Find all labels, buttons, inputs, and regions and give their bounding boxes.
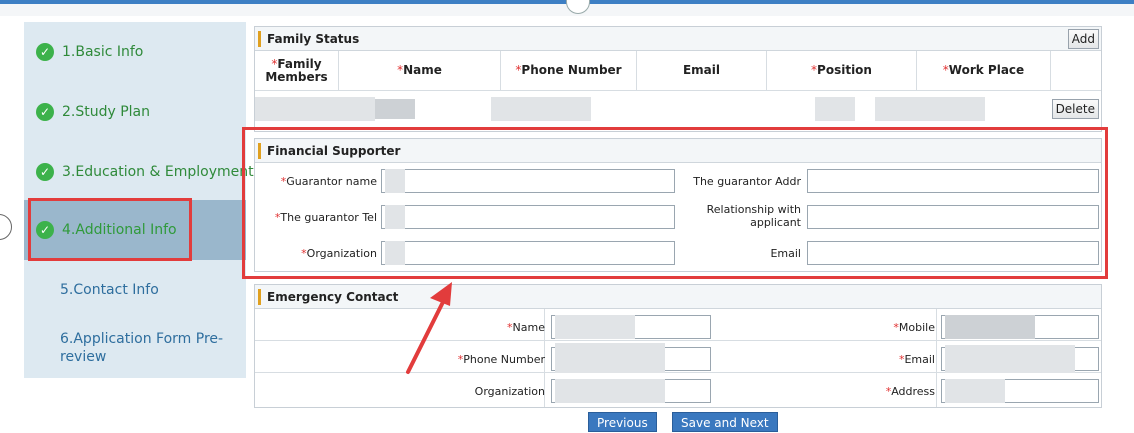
red-arrow-icon xyxy=(406,282,452,374)
previous-button[interactable]: Previous xyxy=(588,412,657,432)
save-and-next-button[interactable]: Save and Next xyxy=(672,412,778,432)
